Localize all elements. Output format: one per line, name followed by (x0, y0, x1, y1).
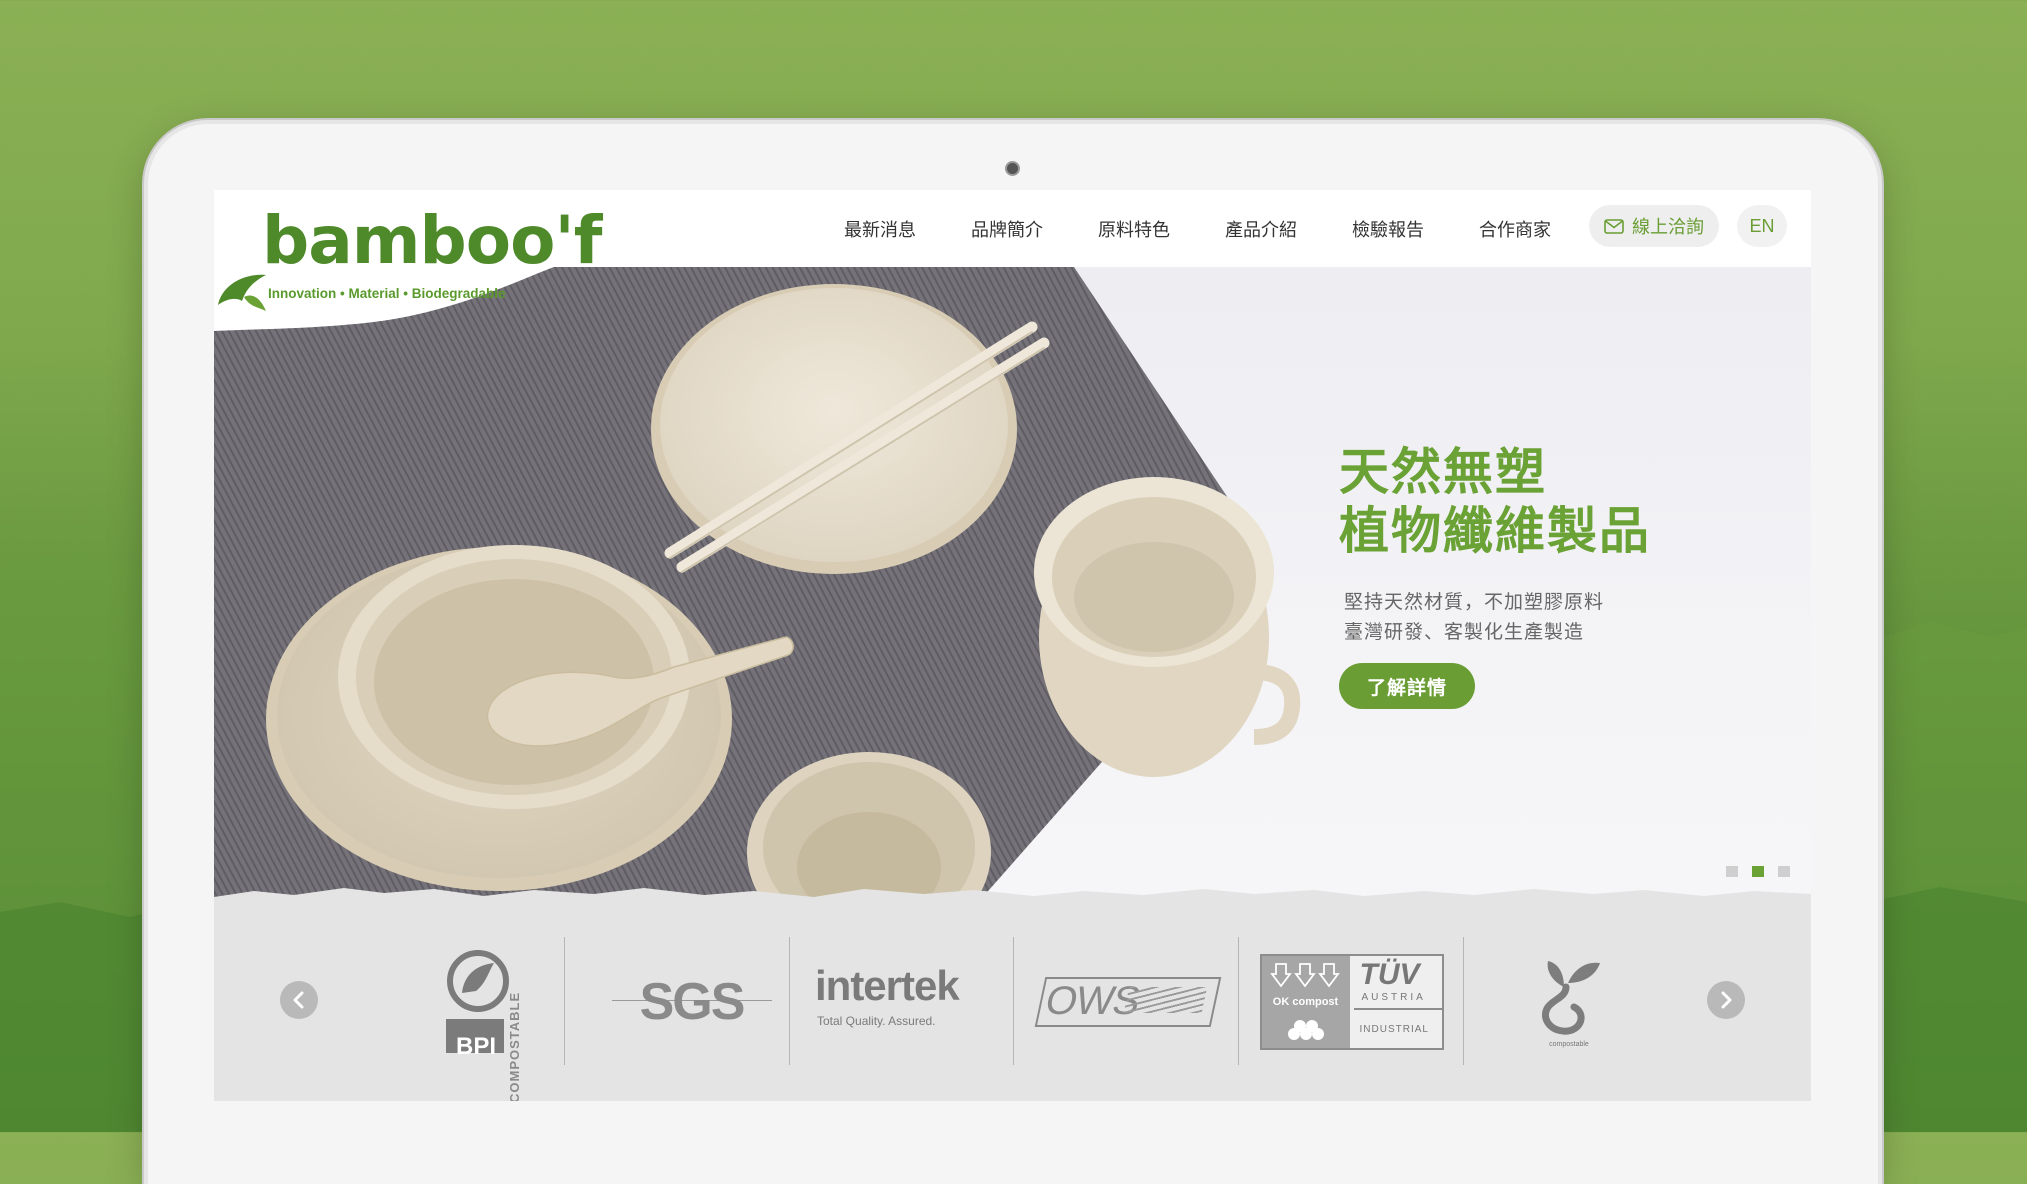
carousel-dots (1726, 866, 1790, 877)
laptop-frame: 最新消息 品牌簡介 原料特色 產品介紹 檢驗報告 合作商家 線上洽詢 EN ba… (148, 124, 1878, 1184)
divider (789, 937, 790, 1065)
carousel-dot-3[interactable] (1778, 866, 1790, 877)
nav-item-partners[interactable]: 合作商家 (1479, 216, 1551, 242)
seedling-label: compostable (1549, 1041, 1589, 1048)
website-screen: 最新消息 品牌簡介 原料特色 產品介紹 檢驗報告 合作商家 線上洽詢 EN ba… (214, 190, 1811, 1101)
nav-item-news[interactable]: 最新消息 (844, 216, 916, 242)
tuv-industrial-label: INDUSTRIAL (1359, 1024, 1429, 1035)
carousel-dot-1[interactable] (1726, 866, 1738, 877)
brand-wordmark: bamboo'f (262, 202, 602, 279)
chevron-left-icon (293, 991, 304, 1009)
intertek-tagline: Total Quality. Assured. (817, 1014, 936, 1028)
hero-banner: 天然無塑 植物纖維製品 堅持天然材質，不加塑膠原料 臺灣研發、客製化生產製造 了… (214, 267, 1811, 907)
learn-more-button[interactable]: 了解詳情 (1339, 663, 1475, 709)
nav-item-products[interactable]: 產品介紹 (1225, 216, 1297, 242)
prev-arrow-button[interactable] (280, 981, 318, 1019)
tuv-brand-label: TÜV (1359, 958, 1420, 991)
nav-item-reports[interactable]: 檢驗報告 (1352, 216, 1424, 242)
ows-certification-logo: OWS (1026, 937, 1226, 1067)
ok-compost-label: OK compost (1272, 996, 1339, 1008)
intertek-label: intertek (815, 962, 960, 1009)
tuv-ok-compost-logo: OK compost TÜV AUSTRIA INDUSTRIAL (1259, 937, 1444, 1067)
camera-icon (1005, 161, 1020, 176)
brand-logo[interactable]: bamboo'f Innovation • Material • Biodegr… (262, 208, 602, 303)
main-nav: 最新消息 品牌簡介 原料特色 產品介紹 檢驗報告 合作商家 (844, 190, 1606, 267)
online-inquiry-button[interactable]: 線上洽詢 (1589, 205, 1719, 247)
hero-title: 天然無塑 植物纖維製品 (1339, 443, 1651, 561)
hero-title-line1: 天然無塑 (1339, 443, 1547, 501)
sgs-certification-logo: SGS (594, 937, 789, 1067)
flower-icon (1287, 1020, 1324, 1040)
mail-icon (1604, 218, 1624, 234)
tuv-country-label: AUSTRIA (1361, 992, 1426, 1003)
seedling-compostable-logo: compostable (1504, 937, 1634, 1067)
next-arrow-button[interactable] (1707, 981, 1745, 1019)
intertek-certification-logo: intertek Total Quality. Assured. (804, 937, 1004, 1067)
online-inquiry-label: 線上洽詢 (1632, 217, 1704, 238)
hero-subtitle: 堅持天然材質，不加塑膠原料 臺灣研發、客製化生產製造 (1344, 587, 1604, 647)
carousel-dot-2[interactable] (1752, 866, 1764, 877)
divider (1238, 937, 1239, 1065)
ows-scribble-graphic (1123, 987, 1208, 1013)
divider (1463, 937, 1464, 1065)
torn-paper-edge (214, 888, 1811, 909)
certification-carousel: BPI COMPOSTABLE SGS intertek Total Quali… (214, 888, 1811, 1101)
sgs-label: SGS (639, 973, 746, 1031)
hero-title-line2: 植物纖維製品 (1339, 502, 1651, 560)
hero-subtitle-line1: 堅持天然材質，不加塑膠原料 (1344, 591, 1605, 613)
divider (1013, 937, 1014, 1065)
nav-item-brand[interactable]: 品牌簡介 (971, 216, 1043, 242)
bpi-compostable-label: COMPOSTABLE (507, 991, 522, 1101)
arrows-down-icon (1269, 963, 1340, 988)
chevron-right-icon (1721, 991, 1732, 1009)
brand-tagline: Innovation • Material • Biodegradable (268, 286, 506, 301)
divider (564, 937, 565, 1065)
language-toggle-button[interactable]: EN (1737, 205, 1787, 247)
nav-item-materials[interactable]: 原料特色 (1098, 216, 1170, 242)
seedling-icon (1542, 961, 1600, 1035)
bpi-certification-logo: BPI COMPOSTABLE (399, 937, 559, 1101)
hero-subtitle-line2: 臺灣研發、客製化生產製造 (1344, 621, 1585, 643)
bpi-label: BPI (455, 1033, 496, 1060)
